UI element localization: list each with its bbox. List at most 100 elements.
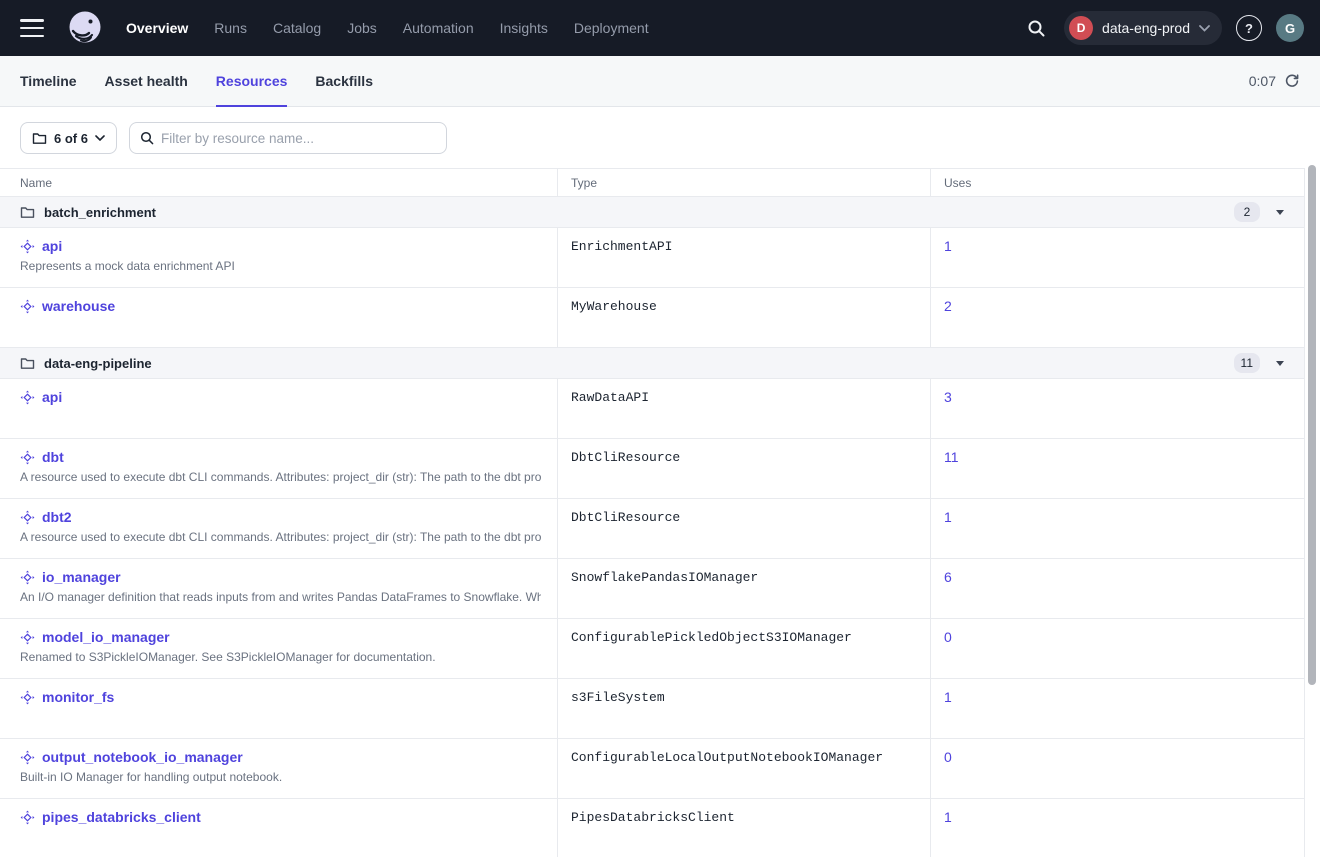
resource-filter-input[interactable] <box>161 131 436 146</box>
resource-icon <box>20 239 35 254</box>
group-filter-button[interactable]: 6 of 6 <box>20 122 117 154</box>
resource-icon <box>20 450 35 465</box>
nav-item-jobs[interactable]: Jobs <box>347 20 377 36</box>
dagster-app: Overview Runs Catalog Jobs Automation Insight… <box>0 0 1320 857</box>
vertical-scrollbar[interactable] <box>1308 165 1316 685</box>
tabbar-right: 0:07 <box>1249 73 1300 89</box>
nav-item-overview[interactable]: Overview <box>126 20 188 36</box>
resource-row-api: api RawDataAPI 3 <box>0 379 1304 439</box>
column-header-type: Type <box>557 169 930 196</box>
nav-item-deployment[interactable]: Deployment <box>574 20 649 36</box>
nav-item-catalog[interactable]: Catalog <box>273 20 321 36</box>
group-row-right: 11 <box>1234 353 1284 373</box>
resource-name-link[interactable]: pipes_databricks_client <box>42 809 201 825</box>
resource-uses-cell: 1 <box>930 799 1305 857</box>
resource-name-cell: model_io_manager Renamed to S3PickleIOMan… <box>0 619 557 678</box>
filter-row: 6 of 6 <box>0 107 1320 168</box>
resource-type-cell: ConfigurablePickledObjectS3IOManager <box>557 619 930 678</box>
top-navigation-bar: Overview Runs Catalog Jobs Automation Insight… <box>0 0 1320 56</box>
resource-type-cell: PipesDatabricksClient <box>557 799 930 857</box>
resource-name-link[interactable]: dbt2 <box>42 509 72 525</box>
chevron-down-icon <box>1199 25 1210 32</box>
resource-uses-cell: 1 <box>930 228 1305 287</box>
resource-type-cell: EnrichmentAPI <box>557 228 930 287</box>
nav-item-runs[interactable]: Runs <box>214 20 247 36</box>
table-body: batch_enrichment2apiRepresents a mock da… <box>0 197 1304 857</box>
search-icon[interactable] <box>1022 14 1050 42</box>
resource-uses-cell: 1 <box>930 499 1305 558</box>
nav-item-insights[interactable]: Insights <box>500 20 548 36</box>
collapse-caret-icon[interactable] <box>1276 210 1284 215</box>
resource-row-pipes_databricks_client: pipes_databricks_client PipesDatabricksCl… <box>0 799 1304 857</box>
deployment-switcher[interactable]: D data-eng-prod <box>1064 11 1222 45</box>
tab-resources[interactable]: Resources <box>216 57 288 107</box>
help-icon[interactable]: ? <box>1236 15 1262 41</box>
uses-count-link[interactable]: 6 <box>944 569 952 585</box>
resource-uses-cell: 3 <box>930 379 1305 438</box>
resource-name-cell: api <box>0 379 557 438</box>
resource-type-cell: s3FileSystem <box>557 679 930 738</box>
resource-name-cell: apiRepresents a mock data enrichment API <box>0 228 557 287</box>
resource-name-cell: io_manager An I/O manager definition that… <box>0 559 557 618</box>
uses-count-link[interactable]: 0 <box>944 749 952 765</box>
collapse-caret-icon[interactable] <box>1276 361 1284 366</box>
uses-count-link[interactable]: 0 <box>944 629 952 645</box>
uses-count-link[interactable]: 1 <box>944 689 952 705</box>
resource-uses-cell: 0 <box>930 739 1305 798</box>
resource-name-cell: warehouse <box>0 288 557 347</box>
resource-description: A resource used to execute dbt CLI comma… <box>20 530 541 544</box>
resource-row-warehouse: warehouseMyWarehouse2 <box>0 288 1304 348</box>
uses-count-link[interactable]: 1 <box>944 238 952 254</box>
uses-count-link[interactable]: 1 <box>944 809 952 825</box>
table-header: Name Type Uses <box>0 168 1304 197</box>
resource-type-cell: RawDataAPI <box>557 379 930 438</box>
resource-type-cell: DbtCliResource <box>557 499 930 558</box>
nav-item-automation[interactable]: Automation <box>403 20 474 36</box>
resource-name-link[interactable]: dbt <box>42 449 64 465</box>
resource-filter-field <box>129 122 447 154</box>
group-row-batch_enrichment[interactable]: batch_enrichment2 <box>0 197 1304 228</box>
resource-icon <box>20 630 35 645</box>
resource-row-monitor_fs: monitor_fs s3FileSystem 1 <box>0 679 1304 739</box>
resource-row-api: apiRepresents a mock data enrichment API… <box>0 228 1304 288</box>
user-avatar[interactable]: G <box>1276 14 1304 42</box>
resource-name-link[interactable]: output_notebook_io_manager <box>42 749 243 765</box>
uses-count-link[interactable]: 1 <box>944 509 952 525</box>
refresh-icon[interactable] <box>1284 73 1300 89</box>
tab-asset-health[interactable]: Asset health <box>105 57 188 107</box>
resource-icon <box>20 810 35 825</box>
tab-timeline[interactable]: Timeline <box>20 57 77 107</box>
resource-icon <box>20 750 35 765</box>
resource-uses-cell: 2 <box>930 288 1305 347</box>
resource-name-cell: dbtA resource used to execute dbt CLI co… <box>0 439 557 498</box>
uses-count-link[interactable]: 3 <box>944 389 952 405</box>
uses-count-link[interactable]: 2 <box>944 298 952 314</box>
resource-uses-cell: 1 <box>930 679 1305 738</box>
overview-tabbar: Timeline Asset health Resources Backfills 0… <box>0 56 1320 107</box>
resource-description: Renamed to S3PickleIOManager. See S3Pick… <box>20 650 541 664</box>
resource-row-output_notebook_io_manager: output_notebook_io_manager Built-in IO Ma… <box>0 739 1304 799</box>
resource-row-dbt: dbtA resource used to execute dbt CLI co… <box>0 439 1304 499</box>
resource-name-link[interactable]: model_io_manager <box>42 629 170 645</box>
resource-type-cell: DbtCliResource <box>557 439 930 498</box>
tab-backfills[interactable]: Backfills <box>315 57 373 107</box>
folder-icon <box>20 357 35 370</box>
group-row-data-eng-pipeline[interactable]: data-eng-pipeline11 <box>0 348 1304 379</box>
uses-count-link[interactable]: 11 <box>944 449 959 465</box>
deployment-name: data-eng-prod <box>1102 20 1190 36</box>
resource-name-link[interactable]: api <box>42 238 62 254</box>
resource-name-cell: pipes_databricks_client <box>0 799 557 857</box>
tabs: Timeline Asset health Resources Backfills <box>20 56 373 106</box>
refresh-timer: 0:07 <box>1249 73 1276 89</box>
resource-icon <box>20 390 35 405</box>
menu-icon[interactable] <box>20 19 44 37</box>
dagster-logo-icon[interactable] <box>66 9 104 47</box>
resource-name-link[interactable]: warehouse <box>42 298 115 314</box>
column-header-uses: Uses <box>930 169 1305 196</box>
resource-name-link[interactable]: monitor_fs <box>42 689 114 705</box>
resource-name-link[interactable]: io_manager <box>42 569 121 585</box>
resource-uses-cell: 0 <box>930 619 1305 678</box>
resource-description: An I/O manager definition that reads inp… <box>20 590 541 604</box>
resource-name-link[interactable]: api <box>42 389 62 405</box>
resource-description: Built-in IO Manager for handling output … <box>20 770 541 784</box>
